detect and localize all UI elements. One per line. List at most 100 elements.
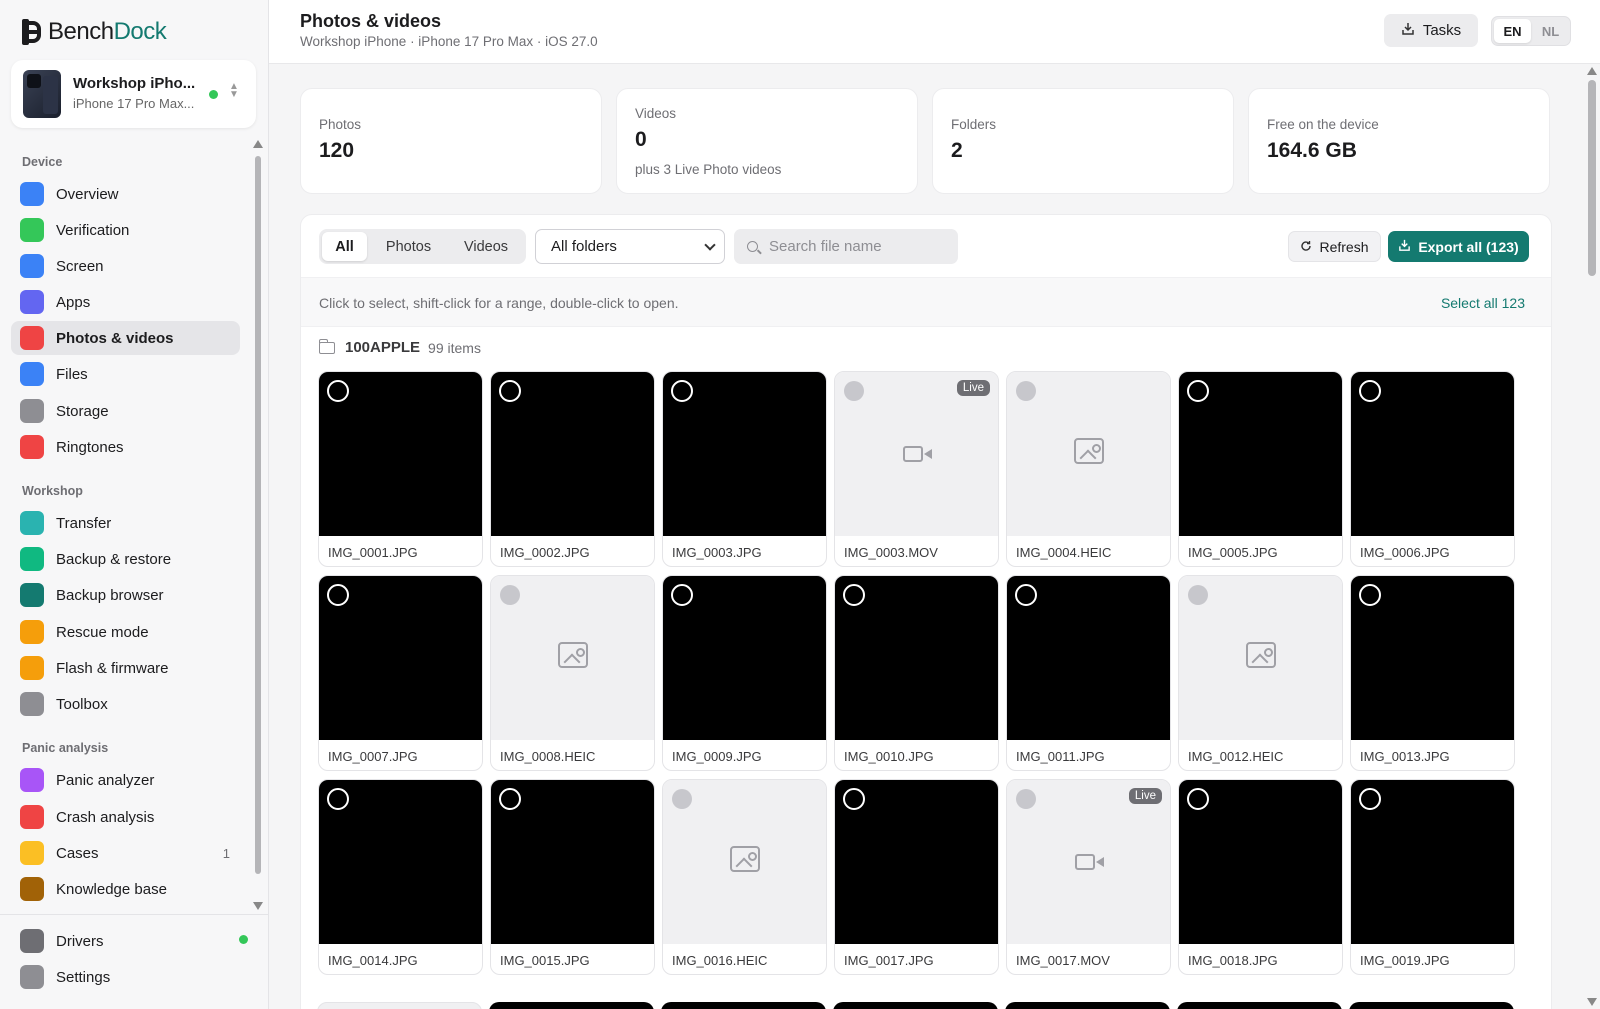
media-tile[interactable]: Live IMG_0017.MOV (1006, 779, 1171, 975)
sidebar-item-ringtones[interactable]: Ringtones (11, 430, 240, 464)
page-title: Photos & videos (300, 11, 442, 31)
select-checkbox[interactable] (327, 380, 349, 402)
media-tile[interactable]: IMG_0008.HEIC (490, 575, 655, 771)
media-tile-partial[interactable] (489, 1002, 654, 1009)
select-checkbox[interactable] (843, 584, 865, 606)
sidebar-item-backup-restore[interactable]: Backup & restore (11, 542, 240, 576)
select-all-link[interactable]: Select all 123 (1441, 295, 1525, 311)
sidebar-item-toolbox[interactable]: Toolbox (11, 687, 240, 721)
sidebar-item-label: Drivers (56, 932, 104, 950)
sidebar-item-cases[interactable]: Cases 1 (11, 836, 240, 870)
media-tile[interactable]: IMG_0011.JPG (1006, 575, 1171, 771)
media-tile[interactable]: IMG_0015.JPG (490, 779, 655, 975)
select-checkbox[interactable] (1359, 788, 1381, 810)
select-checkbox[interactable] (1015, 584, 1037, 606)
sidebar-item-transfer[interactable]: Transfer (11, 506, 240, 540)
media-tile-partial[interactable] (1005, 1002, 1170, 1009)
media-tile[interactable]: IMG_0014.JPG (318, 779, 483, 975)
select-checkbox[interactable] (1016, 381, 1036, 401)
sidebar-item-flash-firmware[interactable]: Flash & firmware (11, 651, 240, 685)
sidebar-item-overview[interactable]: Overview (11, 177, 240, 211)
select-checkbox[interactable] (1188, 585, 1208, 605)
media-tile[interactable]: IMG_0016.HEIC (662, 779, 827, 975)
media-tile[interactable]: IMG_0010.JPG (834, 575, 999, 771)
filter-videos-tab[interactable]: Videos (449, 232, 523, 261)
sidebar-item-apps[interactable]: Apps (11, 285, 240, 319)
select-checkbox[interactable] (327, 788, 349, 810)
sidebar-item-crash-analysis[interactable]: Crash analysis (11, 800, 240, 834)
select-checkbox[interactable] (1359, 380, 1381, 402)
media-tile-partial[interactable] (1177, 1002, 1342, 1009)
media-tile[interactable]: IMG_0006.JPG (1350, 371, 1515, 567)
media-tile[interactable]: IMG_0017.JPG (834, 779, 999, 975)
search-input[interactable] (769, 238, 949, 255)
media-tile-partial[interactable] (833, 1002, 998, 1009)
sidebar-scrollbar[interactable] (253, 140, 263, 910)
media-tile[interactable]: IMG_0007.JPG (318, 575, 483, 771)
file-name: IMG_0003.JPG (672, 545, 762, 560)
media-toolbar: All Photos Videos All folders Refresh (301, 215, 1551, 277)
sidebar-item-drivers[interactable]: Drivers (11, 924, 240, 958)
media-tile[interactable]: IMG_0002.JPG (490, 371, 655, 567)
select-checkbox[interactable] (1359, 584, 1381, 606)
media-tile[interactable]: IMG_0019.JPG (1350, 779, 1515, 975)
sidebar-item-knowledge-base[interactable]: Knowledge base (11, 872, 240, 906)
filter-segmented-control: All Photos Videos (319, 229, 526, 264)
media-tile[interactable]: IMG_0013.JPG (1350, 575, 1515, 771)
select-checkbox[interactable] (844, 381, 864, 401)
device-switcher[interactable]: Workshop iPho... iPhone 17 Pro Max... ▲ ▼ (11, 60, 256, 128)
select-checkbox[interactable] (327, 584, 349, 606)
folder-item-count: 99 items (428, 339, 481, 356)
export-all-button[interactable]: Export all (123) (1388, 231, 1529, 262)
lang-en-button[interactable]: EN (1494, 19, 1531, 43)
media-tile-partial[interactable] (661, 1002, 826, 1009)
select-checkbox[interactable] (500, 585, 520, 605)
sidebar-item-verification[interactable]: Verification (11, 213, 240, 247)
media-tile[interactable]: IMG_0018.JPG (1178, 779, 1343, 975)
media-tile-partial[interactable] (1349, 1002, 1514, 1009)
select-checkbox[interactable] (671, 584, 693, 606)
select-checkbox[interactable] (1187, 380, 1209, 402)
sidebar: BenchDock Workshop iPho... iPhone 17 Pro… (0, 0, 269, 1009)
sidebar-item-label: Knowledge base (56, 880, 167, 898)
media-tile[interactable]: IMG_0003.JPG (662, 371, 827, 567)
sidebar-item-screen[interactable]: Screen (11, 249, 240, 283)
sidebar-item-storage[interactable]: Storage (11, 394, 240, 428)
folder-select[interactable]: All folders (535, 229, 725, 264)
sidebar-item-panic-analyzer[interactable]: Panic analyzer (11, 763, 240, 797)
shield-check-icon (20, 218, 44, 242)
sidebar-item-backup-browser[interactable]: Backup browser (11, 578, 240, 612)
sidebar-item-rescue-mode[interactable]: Rescue mode (11, 615, 240, 649)
file-name: IMG_0012.HEIC (1188, 749, 1284, 764)
media-tile-partial[interactable] (317, 1002, 482, 1009)
filter-photos-tab[interactable]: Photos (371, 232, 446, 261)
refresh-button[interactable]: Refresh (1288, 231, 1381, 262)
select-checkbox[interactable] (1187, 788, 1209, 810)
lang-nl-button[interactable]: NL (1532, 19, 1569, 43)
section-label-device: Device (22, 155, 63, 169)
tasks-button[interactable]: Tasks (1384, 14, 1478, 47)
filter-all-tab[interactable]: All (322, 232, 367, 261)
media-tile[interactable]: IMG_0009.JPG (662, 575, 827, 771)
select-checkbox[interactable] (843, 788, 865, 810)
media-tile[interactable]: IMG_0001.JPG (318, 371, 483, 567)
image-placeholder-icon (1074, 438, 1104, 464)
file-name: IMG_0006.JPG (1360, 545, 1450, 560)
phone-icon (20, 182, 44, 206)
sidebar-item-files[interactable]: Files (11, 357, 240, 391)
select-checkbox[interactable] (499, 380, 521, 402)
selection-hint: Click to select, shift-click for a range… (319, 295, 679, 311)
media-tile[interactable]: Live IMG_0003.MOV (834, 371, 999, 567)
sidebar-item-settings[interactable]: Settings (11, 960, 240, 994)
file-name: IMG_0005.JPG (1188, 545, 1278, 560)
select-checkbox[interactable] (1016, 789, 1036, 809)
select-checkbox[interactable] (672, 789, 692, 809)
storage-pie-icon (20, 399, 44, 423)
sidebar-item-photos-videos[interactable]: Photos & videos (11, 321, 240, 355)
select-checkbox[interactable] (671, 380, 693, 402)
media-tile[interactable]: IMG_0012.HEIC (1178, 575, 1343, 771)
select-checkbox[interactable] (499, 788, 521, 810)
media-tile[interactable]: IMG_0004.HEIC (1006, 371, 1171, 567)
main-scrollbar[interactable] (1584, 64, 1600, 1009)
media-tile[interactable]: IMG_0005.JPG (1178, 371, 1343, 567)
